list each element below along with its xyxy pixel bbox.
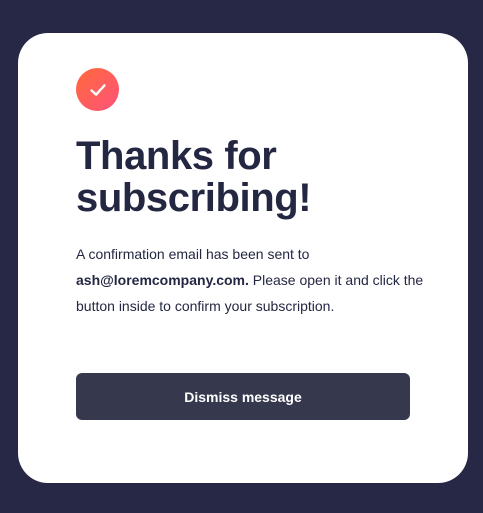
- message-prefix: A confirmation email has been sent to: [76, 246, 310, 262]
- success-title: Thanks for subscribing!: [76, 134, 312, 220]
- check-icon: [89, 83, 106, 96]
- success-card: Thanks for subscribing! A confirmation e…: [18, 33, 468, 483]
- dismiss-button[interactable]: Dismiss message: [76, 373, 410, 420]
- success-check-icon: [76, 68, 119, 111]
- confirmation-message: A confirmation email has been sent to as…: [76, 241, 426, 319]
- email-address: ash@loremcompany.com.: [76, 272, 249, 288]
